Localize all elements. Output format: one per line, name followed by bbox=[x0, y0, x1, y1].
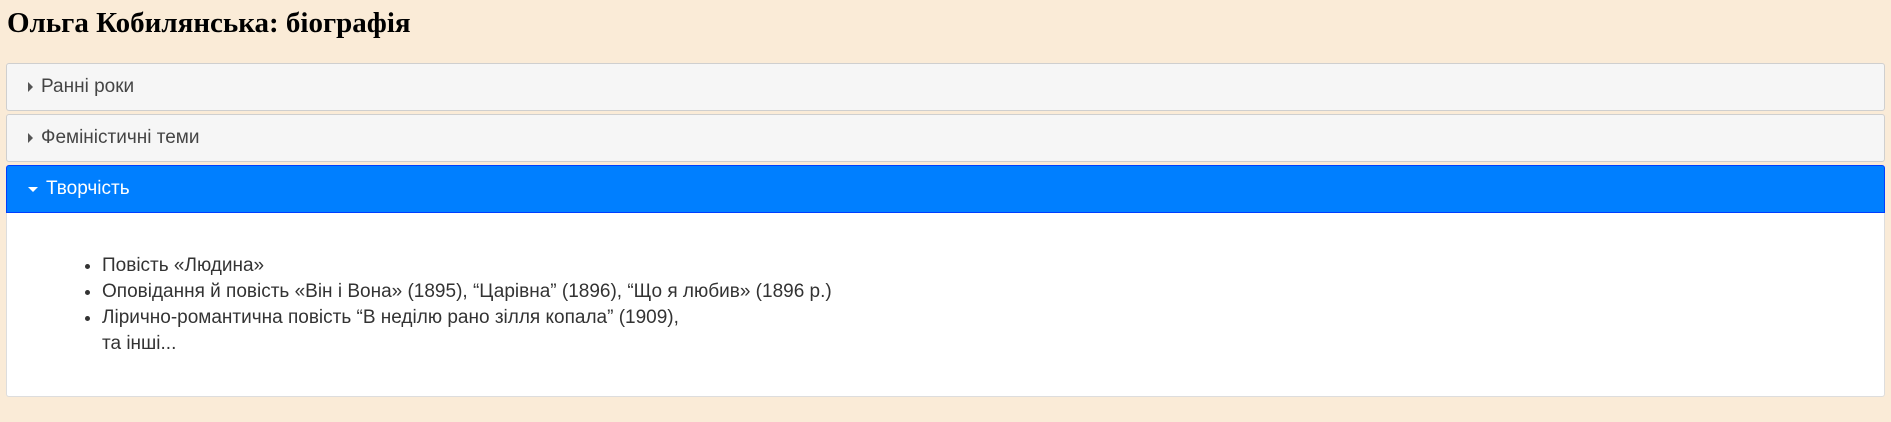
list-item-text: Лірично-романтична повість “В неділю ран… bbox=[102, 307, 679, 328]
page-title: Ольга Кобилянська: біографія bbox=[7, 7, 411, 39]
list-trailing-text: та інші... bbox=[102, 333, 177, 354]
works-list: Повість «Людина» Оповідання й повість «В… bbox=[7, 253, 1884, 357]
accordion-header-label: Ранні роки bbox=[41, 76, 135, 97]
biography-accordion: Ранні роки Феміністичні теми Творчість П… bbox=[6, 63, 1885, 397]
list-item: Лірично-романтична повість “В неділю ран… bbox=[102, 305, 1884, 357]
list-item: Оповідання й повість «Він і Вона» (1895)… bbox=[102, 279, 1884, 305]
accordion-header-feminist-themes[interactable]: Феміністичні теми bbox=[6, 114, 1885, 162]
list-item: Повість «Людина» bbox=[102, 253, 1884, 279]
triangle-down-icon bbox=[28, 186, 38, 192]
accordion-header-early-years[interactable]: Ранні роки bbox=[6, 63, 1885, 111]
accordion-panel-works: Повість «Людина» Оповідання й повість «В… bbox=[6, 213, 1885, 397]
accordion-header-label: Творчість bbox=[46, 178, 130, 199]
accordion-header-works[interactable]: Творчість bbox=[6, 165, 1885, 213]
triangle-right-icon bbox=[28, 82, 33, 92]
triangle-right-icon bbox=[28, 133, 33, 143]
accordion-header-label: Феміністичні теми bbox=[41, 127, 200, 148]
